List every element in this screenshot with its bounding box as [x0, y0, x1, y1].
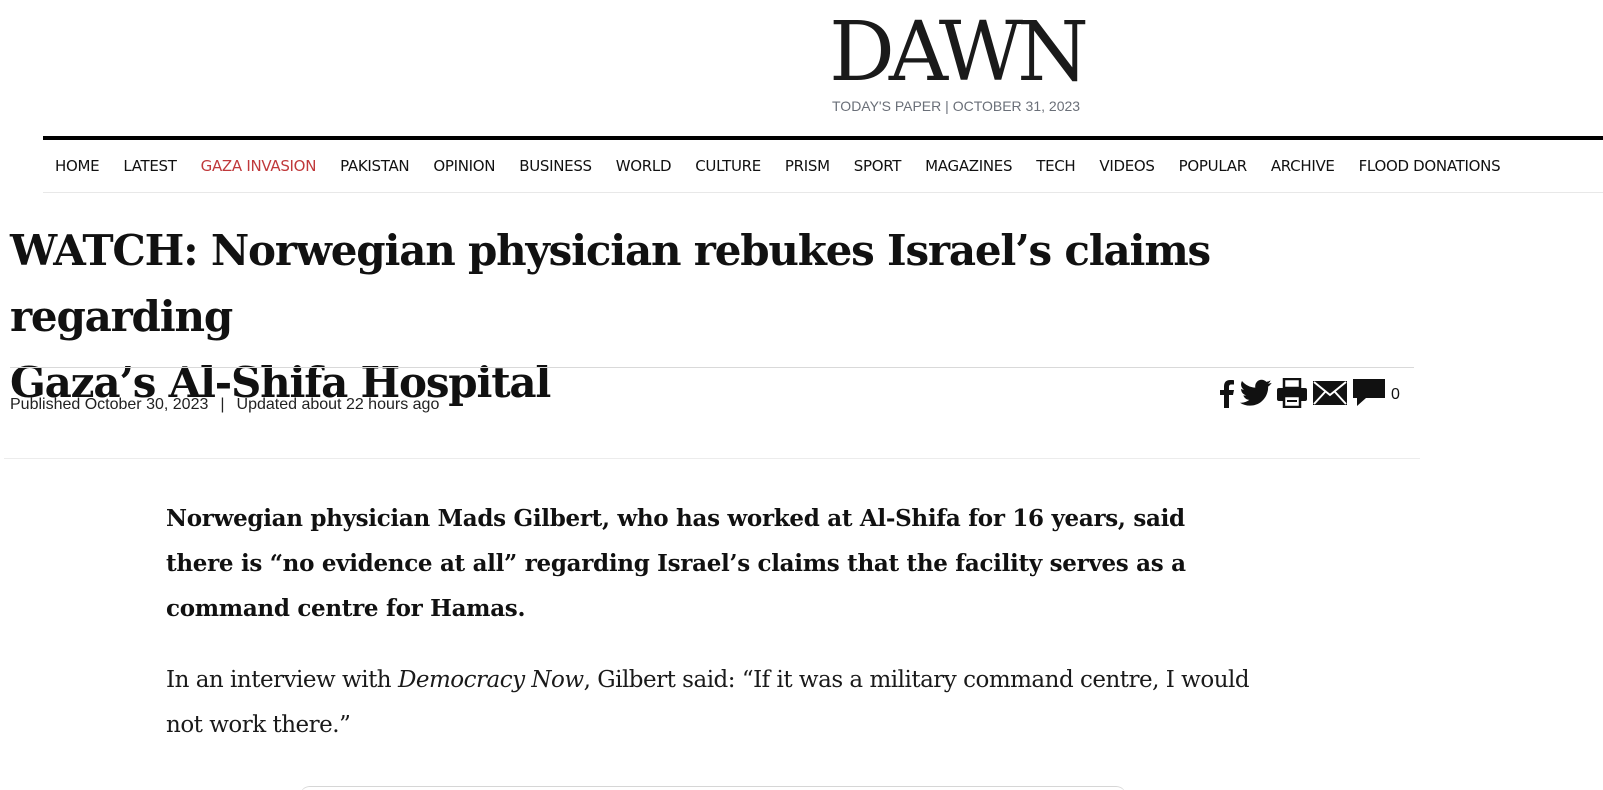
article-excerpt: Norwegian physician Mads Gilbert, who ha… — [166, 505, 1186, 622]
dawn-logo[interactable]: DAWN — [792, 12, 1120, 94]
email-icon[interactable] — [1312, 380, 1348, 411]
main-nav: HOME LATEST GAZA INVASION PAKISTAN OPINI… — [43, 140, 1603, 193]
nav-item-prism[interactable]: PRISM — [785, 157, 830, 175]
article-paragraph: In an interview with Democracy Now, Gilb… — [166, 658, 1256, 748]
updated-time: Updated about 22 hours ago — [236, 396, 440, 413]
nav-item-opinion[interactable]: OPINION — [433, 157, 495, 175]
todays-paper-date[interactable]: OCTOBER 31, 2023 — [953, 98, 1080, 114]
headline-line-1: WATCH: Norwegian physician rebukes Israe… — [10, 226, 1211, 341]
share-bar: 0 — [1216, 377, 1400, 413]
byline-separator: | — [220, 396, 225, 413]
nav-item-popular[interactable]: POPULAR — [1179, 157, 1247, 175]
nav-item-magazines[interactable]: MAGAZINES — [925, 157, 1012, 175]
twitter-icon[interactable] — [1240, 379, 1272, 412]
print-icon[interactable] — [1276, 377, 1308, 413]
article-page: DAWN TODAY'S PAPER | OCTOBER 31, 2023 HO… — [0, 0, 1603, 790]
nav-item-sport[interactable]: SPORT — [854, 157, 902, 175]
comment-count[interactable]: 0 — [1391, 386, 1400, 404]
headline-divider — [10, 367, 1414, 368]
article-headline: WATCH: Norwegian physician rebukes Israe… — [10, 218, 1390, 416]
todays-paper-separator: | — [945, 98, 949, 114]
comment-icon[interactable] — [1352, 378, 1386, 413]
todays-paper-line: TODAY'S PAPER | OCTOBER 31, 2023 — [832, 98, 1080, 114]
paragraph-text-before: In an interview with — [166, 667, 398, 693]
nav-item-culture[interactable]: CULTURE — [695, 157, 761, 175]
published-date: Published October 30, 2023 — [10, 396, 209, 413]
todays-paper-link[interactable]: TODAY'S PAPER — [832, 98, 941, 114]
nav-item-latest[interactable]: LATEST — [123, 157, 177, 175]
nav-item-world[interactable]: WORLD — [616, 157, 672, 175]
nav-item-tech[interactable]: TECH — [1036, 157, 1076, 175]
byline-divider — [4, 458, 1420, 459]
video-embed-frame[interactable] — [300, 786, 1126, 790]
masthead: DAWN — [800, 12, 1120, 94]
nav-item-flood-donations[interactable]: FLOOD DONATIONS — [1359, 157, 1501, 175]
nav-item-videos[interactable]: VIDEOS — [1099, 157, 1155, 175]
paragraph-source-name: Democracy Now — [397, 667, 584, 693]
nav-item-archive[interactable]: ARCHIVE — [1271, 157, 1335, 175]
nav-item-home[interactable]: HOME — [55, 157, 100, 175]
nav-item-pakistan[interactable]: PAKISTAN — [340, 157, 410, 175]
nav-item-business[interactable]: BUSINESS — [519, 157, 592, 175]
byline: Published October 30, 2023 | Updated about… — [10, 396, 439, 414]
facebook-icon[interactable] — [1216, 378, 1236, 413]
nav-item-gaza-invasion[interactable]: GAZA INVASION — [201, 157, 317, 175]
